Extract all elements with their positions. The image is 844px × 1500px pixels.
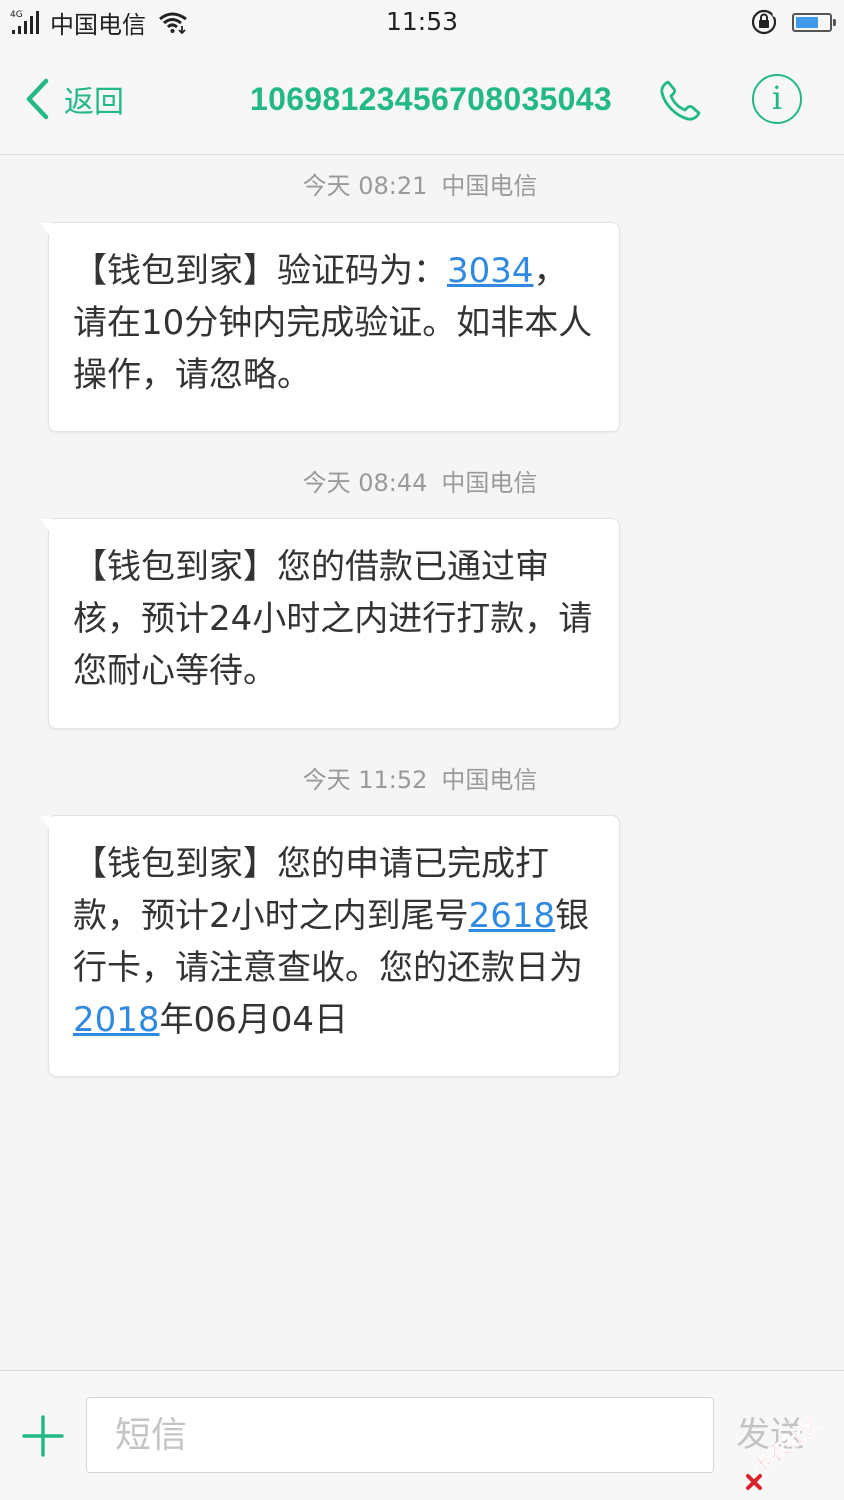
rotation-lock-icon [751,9,778,35]
back-button[interactable]: 返回 [24,77,124,121]
timestamp-date: 今天 08:21 [302,172,428,200]
info-button[interactable]: i [752,74,802,124]
battery-icon [792,12,836,32]
message-timestamp: 今天 08:44 中国电信 [0,468,840,498]
timestamp-carrier: 中国电信 [441,469,538,497]
timestamp-date: 今天 08:44 [302,469,428,497]
svg-text:卡农社区: 卡农社区 [747,1416,825,1479]
timestamp-date: 今天 11:52 [302,766,428,794]
call-button[interactable] [656,77,704,125]
message-text-part: 【钱包到家】验证码为： [73,251,447,291]
watermark-logo: 卡农社区 [746,1416,825,1490]
message-bubble[interactable]: 【钱包到家】您的借款已通过审核，预计24小时之内进行打款，请您耐心等待。 [40,518,620,729]
contact-number: 10698123456708035043 [250,81,612,117]
message-text: 【钱包到家】您的申请已完成打款，预计2小时之内到尾号2618银行卡，请注意查收。… [73,838,595,1046]
conversation-header: 返回 10698123456708035043 i [0,44,844,155]
message-timestamp: 今天 08:21 中国电信 [0,171,840,201]
status-bar: 4G 中国电信 11:53 [0,0,844,44]
status-time: 11:53 [385,7,459,36]
card-number-link[interactable]: 2618 [469,896,556,936]
add-attachment-button[interactable] [22,1415,64,1457]
message-bubble[interactable]: 【钱包到家】您的申请已完成打款，预计2小时之内到尾号2618银行卡，请注意查收。… [40,815,620,1077]
message-bubble[interactable]: 【钱包到家】验证码为：3034，请在10分钟内完成验证。如非本人操作，请忽略。 [40,222,620,432]
timestamp-carrier: 中国电信 [441,172,538,200]
verification-code-link[interactable]: 3034 [447,251,534,291]
chevron-left-icon [26,78,49,120]
message-text-part: 年06月04日 [159,1000,349,1040]
message-timestamp: 今天 11:52 中国电信 [0,765,840,795]
plus-icon [22,1415,64,1457]
back-label: 返回 [64,85,124,120]
message-input[interactable] [86,1397,714,1473]
timestamp-carrier: 中国电信 [441,766,538,794]
status-right [750,6,836,38]
phone-icon [660,80,701,121]
compose-bar: 发送 [0,1370,844,1500]
year-link[interactable]: 2018 [73,1000,160,1040]
message-text: 【钱包到家】您的借款已通过审核，预计24小时之内进行打款，请您耐心等待。 [73,541,595,697]
message-text-part: 【钱包到家】您的借款已通过审核，预计24小时之内进行打款，请您耐心等待。 [73,547,593,691]
message-text: 【钱包到家】验证码为：3034，请在10分钟内完成验证。如非本人操作，请忽略。 [73,245,595,401]
messaging-screen: 4G 中国电信 11:53 返回 10698123456708035043 i … [0,0,844,1500]
